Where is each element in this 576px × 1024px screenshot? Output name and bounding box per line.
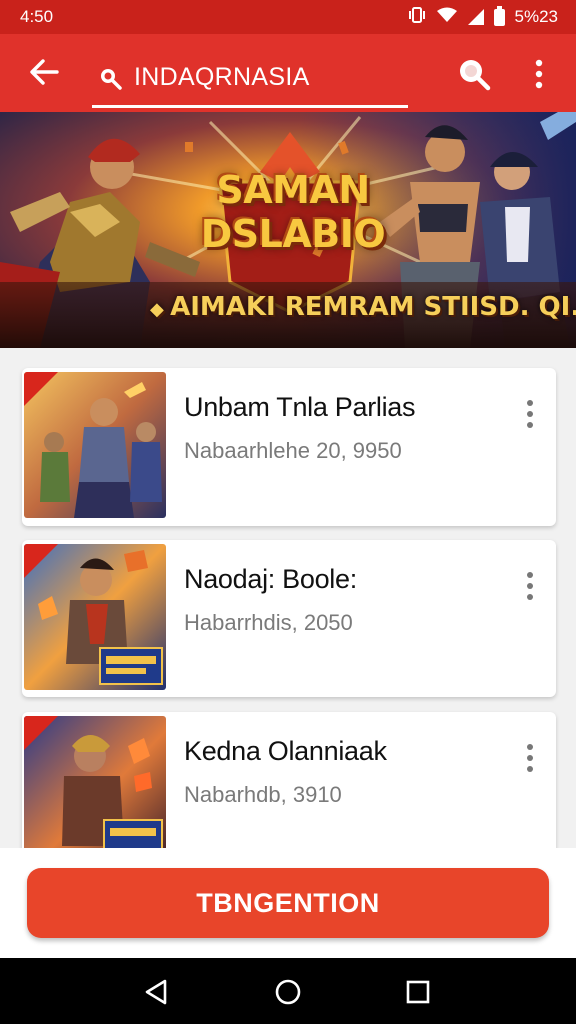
search-button[interactable] — [454, 54, 494, 94]
back-arrow-icon — [30, 59, 59, 85]
item-more-button[interactable] — [518, 566, 542, 606]
banner-title: SAMAN DSLABIO — [200, 168, 386, 256]
more-vert-icon — [527, 400, 533, 428]
search-query-text[interactable]: INDAQRNASIA — [134, 63, 310, 92]
nav-home-button[interactable] — [268, 972, 308, 1012]
game-thumbnail — [24, 372, 166, 518]
back-button[interactable] — [26, 54, 62, 90]
nav-back-icon — [145, 979, 167, 1005]
bottom-action-area: TBNGENTION — [0, 848, 576, 958]
status-bar: 4:50 5%23 — [0, 0, 576, 34]
more-vert-icon — [535, 59, 543, 89]
list-item[interactable]: Unbam Tnla Parlias Nabaarhlehe 20, 9950 — [22, 368, 556, 526]
promo-banner[interactable]: SAMAN DSLABIO ◆ AIMAKI REMRAM STIISD. QI… — [0, 112, 576, 348]
game-thumbnail — [24, 544, 166, 690]
item-subtitle: Nabaarhlehe 20, 9950 — [184, 438, 402, 463]
nav-recents-button[interactable] — [398, 972, 438, 1012]
wifi-icon — [436, 7, 458, 28]
nav-back-button[interactable] — [136, 972, 176, 1012]
list-item[interactable]: Kedna Olanniaak Nabarhdb, 3910 — [22, 712, 556, 862]
search-lead-icon — [94, 62, 126, 94]
status-time: 4:50 — [20, 7, 54, 26]
status-icons: 5%23 — [408, 5, 558, 28]
search-field[interactable]: INDAQRNASIA — [92, 50, 408, 108]
item-title: Unbam Tnla Parlias — [184, 392, 416, 422]
list-item[interactable]: Naodaj: Boole: Habarrhdis, 2050 — [22, 540, 556, 697]
vibrate-icon — [408, 6, 426, 28]
item-subtitle: Nabarhdb, 3910 — [184, 782, 342, 807]
item-title: Kedna Olanniaak — [184, 736, 387, 766]
item-more-button[interactable] — [518, 394, 542, 434]
nav-home-icon — [275, 979, 301, 1005]
game-thumbnail — [24, 716, 166, 852]
banner-subtitle: ◆ AIMAKI REMRAM STIISD. QI.TIP — [150, 292, 576, 322]
overflow-menu-button[interactable] — [522, 54, 556, 94]
app-bar: INDAQRNASIA — [0, 34, 576, 112]
more-vert-icon — [527, 572, 533, 600]
item-subtitle: Habarrhdis, 2050 — [184, 610, 353, 635]
signal-icon — [467, 9, 484, 25]
system-nav-bar — [0, 958, 576, 1024]
item-title: Naodaj: Boole: — [184, 564, 357, 594]
battery-text: 5%23 — [514, 7, 558, 26]
more-vert-icon — [527, 744, 533, 772]
search-icon — [460, 60, 491, 91]
item-more-button[interactable] — [518, 738, 542, 778]
nav-recents-icon — [406, 980, 430, 1004]
battery-icon — [493, 5, 505, 26]
primary-action-button[interactable]: TBNGENTION — [27, 868, 549, 938]
